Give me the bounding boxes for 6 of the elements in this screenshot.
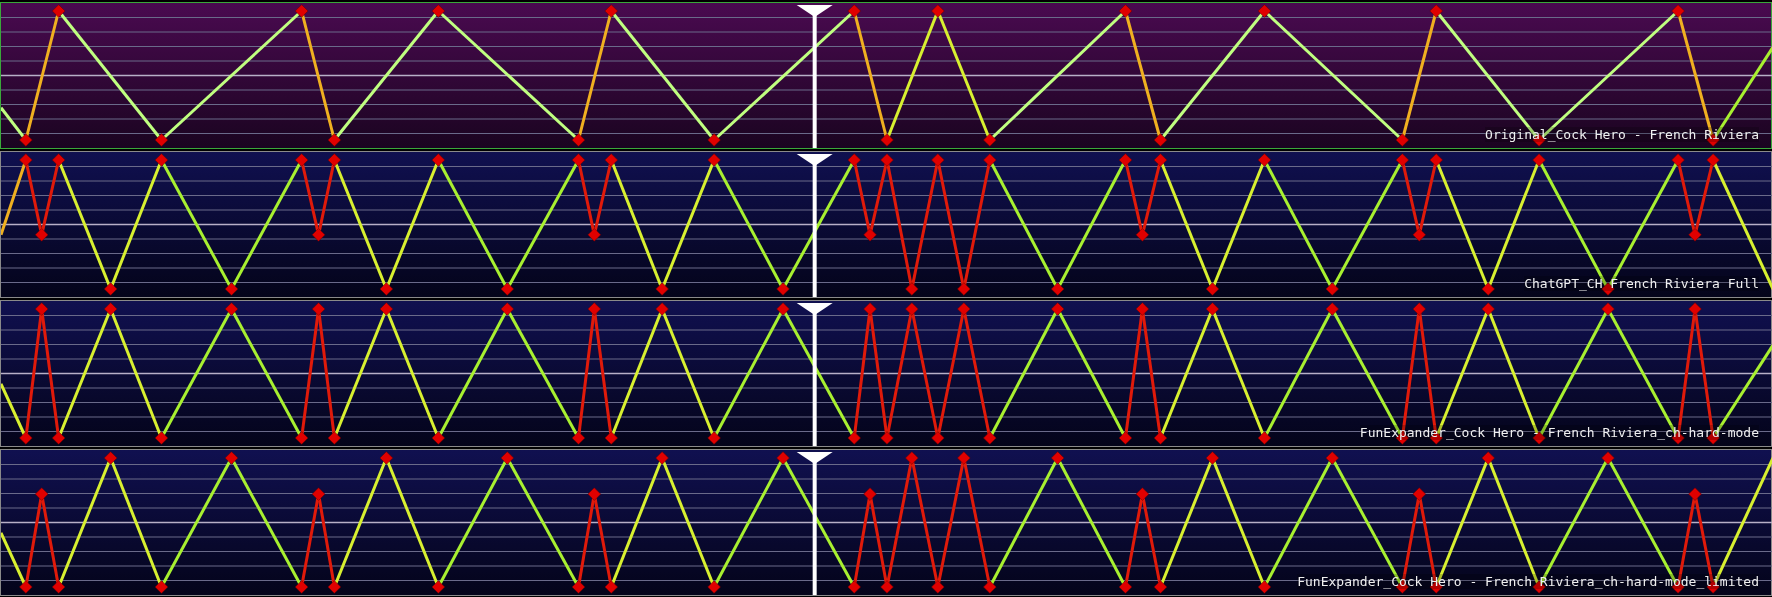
track-panel[interactable]: ChatGPT_CH French Riviera Full <box>0 151 1772 298</box>
track-label: ChatGPT_CH French Riviera Full <box>1524 276 1759 291</box>
playhead-marker[interactable] <box>796 154 833 297</box>
playhead-marker[interactable] <box>796 452 833 595</box>
playhead-marker[interactable] <box>796 5 833 148</box>
playhead-marker[interactable] <box>796 303 833 446</box>
